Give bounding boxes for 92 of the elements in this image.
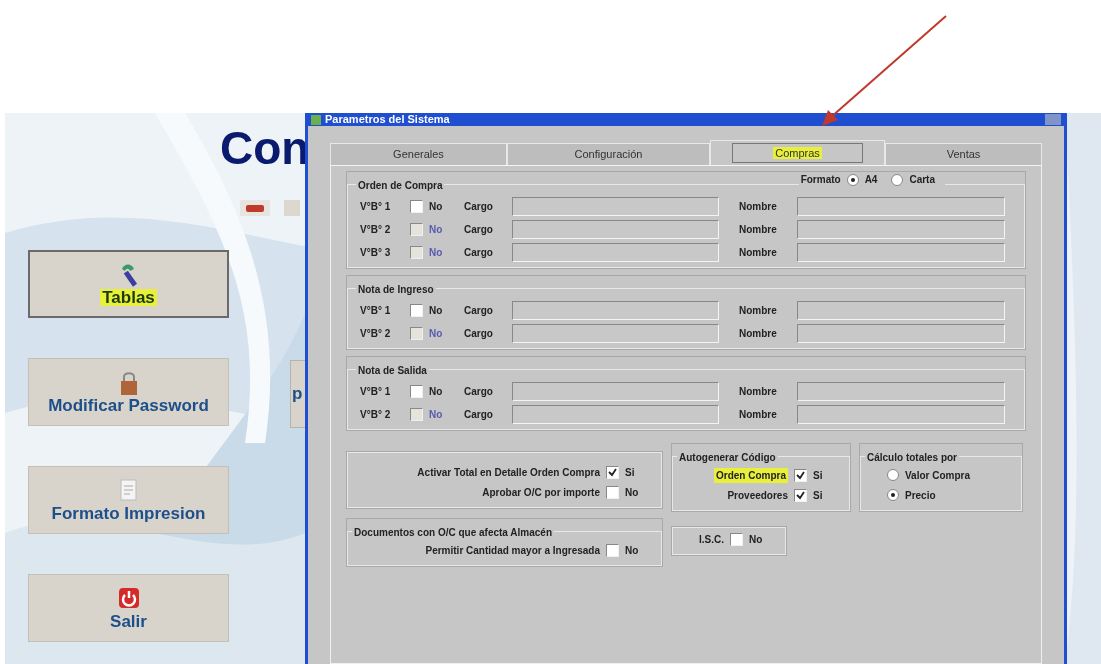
label: V°B° 2 [360,408,392,422]
checkbox-label: No [429,246,444,260]
label: Nombre [739,246,778,260]
label: V°B° 2 [360,327,392,341]
label: Permitir Cantidad mayor a Ingresada [425,543,600,558]
checkbox-label: No [429,385,444,399]
checkbox[interactable] [794,468,807,482]
tab[interactable]: Generales [330,143,507,165]
option-label: A4 [864,173,878,187]
menu-button[interactable]: Modificar Password [28,358,229,426]
label: I.S.C. [699,532,724,547]
checkbox-label: No [625,485,639,500]
group-title: Cálculo totales por [867,452,957,463]
label: Cargo [464,385,494,399]
group-title: Nota de Ingreso [358,284,434,295]
label: V°B° 3 [360,246,392,260]
checkbox-label: No [625,543,639,558]
checkbox[interactable] [606,543,619,557]
option-label: Valor Compra [905,468,971,483]
group-title: Orden de Compra [358,180,443,191]
label: Cargo [464,408,494,422]
option-label: Precio [905,488,936,503]
tab[interactable]: Ventas [885,143,1042,165]
checkbox[interactable] [410,304,423,317]
label: Nombre [739,223,778,237]
option-label: Carta [909,173,935,187]
checkbox-label: No [429,200,444,214]
label: Activar Total en Detalle Orden Compra [417,465,600,480]
checkbox-label: Si [813,488,824,503]
input-field[interactable] [797,220,1005,239]
input-field[interactable] [512,243,719,262]
checkbox-label: No [429,223,444,237]
input-field[interactable] [512,405,719,424]
label: Orden Compra [714,467,788,483]
checkbox-label: Si [625,465,636,480]
label: Cargo [464,327,494,341]
group-title: Nota de Salida [358,365,427,376]
label: Proveedores [727,488,788,503]
checkbox-label: Si [813,468,824,483]
checkbox-label: No [749,532,763,547]
checkbox[interactable] [410,385,423,398]
menu-button[interactable]: Salir [28,574,229,642]
checkbox[interactable] [730,532,743,546]
label: Nombre [739,408,778,422]
checkbox-label: No [429,408,444,422]
input-field[interactable] [512,197,719,216]
checkbox[interactable] [606,465,619,479]
label: Cargo [464,200,494,214]
group-title: Documentos con O/C que afecta Almacén [354,527,552,538]
checkbox[interactable] [410,200,423,213]
input-field[interactable] [797,243,1005,262]
tab[interactable]: Configuración [507,143,710,165]
radio-button[interactable] [891,173,904,186]
power-icon [117,586,140,611]
label: V°B° 1 [360,304,392,318]
label: Formato [800,173,841,187]
radio-button[interactable] [887,489,899,501]
input-field[interactable] [797,405,1005,424]
label: V°B° 2 [360,223,392,237]
label: Nombre [739,385,778,399]
label: Cargo [464,246,494,260]
input-field[interactable] [797,382,1005,401]
check-icon [608,467,617,477]
input-field[interactable] [797,324,1005,343]
radio-button[interactable] [846,173,859,186]
input-field[interactable] [797,197,1005,216]
label: Aprobar O/C por importe [482,485,600,500]
window-title: Parametros del Sistema [325,114,450,125]
label: Nombre [739,327,778,341]
label: V°B° 1 [360,200,392,214]
label: Nombre [739,200,778,214]
app-title: Con [220,125,310,171]
label: Cargo [464,304,494,318]
checkbox-label: No [429,327,444,341]
checkbox-label: No [429,304,444,318]
input-field[interactable] [512,324,719,343]
group-title: Autogenerar Código [679,452,776,463]
label: Nombre [739,304,778,318]
label: V°B° 1 [360,385,392,399]
tab[interactable]: Compras [710,140,885,165]
menu-button[interactable]: Formato Impresion [28,466,229,534]
app-icon [311,114,321,125]
checkbox[interactable] [606,485,619,499]
label: Cargo [464,223,494,237]
checkbox[interactable] [794,488,807,502]
input-field[interactable] [512,382,719,401]
radio-button[interactable] [887,469,899,481]
document-icon [117,478,140,503]
input-field[interactable] [797,301,1005,320]
menu-button[interactable]: Tablas [28,250,229,318]
input-field[interactable] [512,301,719,320]
input-field[interactable] [512,220,719,239]
